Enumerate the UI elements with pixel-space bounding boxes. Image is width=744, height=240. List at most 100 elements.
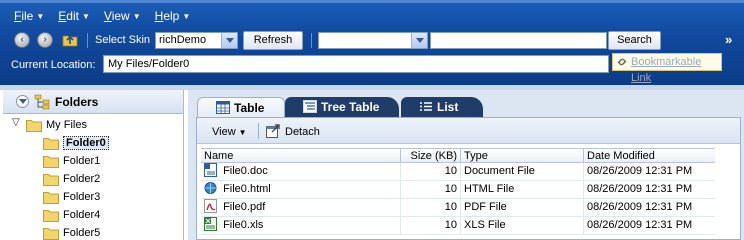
folder-icon — [43, 227, 59, 240]
detach-icon[interactable] — [266, 124, 280, 138]
tree-node-label: Folder0 — [63, 136, 109, 150]
tree-node-folder3[interactable]: Folder3 — [43, 188, 100, 206]
file-name: File0.html — [223, 183, 271, 195]
table-row[interactable]: File0.xls 10 XLS File 08/26/2009 12:31 P… — [201, 217, 715, 235]
tree-node-label: Folder4 — [63, 209, 101, 221]
chevron-down-icon: ▼ — [36, 11, 45, 21]
word-doc-icon — [204, 163, 217, 178]
forward-icon[interactable]: › — [37, 32, 53, 48]
menu-view[interactable]: View ▼ — [104, 7, 141, 25]
tree-node-label: Folder3 — [63, 191, 101, 203]
column-header-name[interactable]: Name — [201, 149, 401, 163]
content-panel: Tree Table List Table View ▼ Detach Name… — [188, 90, 744, 240]
file-date: 08/26/2009 12:31 PM — [587, 183, 693, 195]
menu-help[interactable]: Help ▼ — [155, 7, 191, 25]
hierarchy-icon — [34, 94, 50, 110]
collapse-panel-icon[interactable] — [16, 95, 29, 108]
back-icon[interactable]: ‹ — [14, 32, 30, 48]
toolbar-separator — [311, 33, 312, 48]
tree-node-label: My Files — [46, 119, 87, 131]
app-header: File ▼ Edit ▼ View ▼ Help ▼ ‹ › Select Skin … — [0, 0, 744, 85]
folder-up-icon[interactable] — [62, 32, 78, 47]
chevron-down-icon: ▼ — [81, 11, 90, 21]
tab-list[interactable]: List — [401, 97, 483, 117]
list-icon — [420, 102, 432, 111]
table-row[interactable]: File0.doc 10 Document File 08/26/2009 12… — [201, 163, 715, 181]
menu-file[interactable]: File ▼ — [14, 7, 44, 25]
main-toolbar: ‹ › Select Skin richDemo Refresh Search … — [0, 30, 744, 51]
column-header-type[interactable]: Type — [461, 149, 584, 163]
tree-node-folder0[interactable]: Folder0 — [43, 134, 109, 152]
file-size: 10 — [401, 199, 461, 217]
toolbar-overflow-icon[interactable]: » — [725, 32, 732, 47]
folder-icon — [26, 119, 42, 132]
file-date: 08/26/2009 12:31 PM — [587, 201, 693, 213]
search-scope-select[interactable] — [318, 32, 428, 49]
dropdown-arrow-icon[interactable] — [221, 33, 237, 48]
column-header-size[interactable]: Size (KB) — [401, 149, 461, 163]
html-file-icon — [204, 182, 217, 195]
tab-tree-table[interactable]: Tree Table — [285, 97, 399, 117]
skin-select[interactable]: richDemo — [155, 32, 238, 49]
view-tabs: Tree Table List Table — [188, 95, 744, 117]
content-toolbar: View ▼ Detach — [197, 118, 740, 144]
table-icon — [216, 101, 230, 114]
current-location-field[interactable]: My Files/Folder0 — [103, 55, 609, 73]
file-type: XLS File — [461, 217, 584, 235]
file-name: File0.doc — [223, 165, 268, 177]
file-name: File0.pdf — [223, 201, 266, 213]
file-size: 10 — [401, 181, 461, 199]
file-size: 10 — [401, 217, 461, 235]
bookmarkable-link[interactable]: Bookmarkable Link — [612, 53, 722, 84]
file-type: PDF File — [461, 199, 584, 217]
pdf-file-icon — [204, 199, 217, 214]
excel-file-icon — [204, 217, 217, 232]
file-name: File0.xls — [223, 219, 264, 231]
refresh-button[interactable]: Refresh — [243, 31, 303, 50]
tree-node-label: Folder5 — [63, 227, 101, 239]
menu-bar: File ▼ Edit ▼ View ▼ Help ▼ — [0, 7, 190, 25]
table-view: View ▼ Detach Name Size (KB) Type Date Mo… — [196, 117, 741, 240]
folder-icon — [43, 209, 59, 222]
toolbar-separator — [87, 33, 88, 48]
file-type: Document File — [461, 163, 584, 181]
chevron-down-icon: ▼ — [132, 11, 141, 21]
tree-node-folder2[interactable]: Folder2 — [43, 170, 100, 188]
current-location-label: Current Location: — [11, 59, 96, 71]
select-skin-label: Select Skin — [95, 34, 151, 46]
folders-title: Folders — [55, 95, 99, 109]
file-date: 08/26/2009 12:31 PM — [587, 219, 693, 231]
dropdown-arrow-icon[interactable] — [411, 33, 427, 48]
view-menu-button[interactable]: View ▼ — [212, 126, 247, 138]
folders-panel: Folders ▽ My Files Folder0 Folder1 Folde… — [3, 90, 184, 240]
file-date: 08/26/2009 12:31 PM — [587, 165, 693, 177]
column-header-date-modified[interactable]: Date Modified — [584, 149, 715, 163]
tree-table-icon — [303, 100, 317, 113]
table-row[interactable]: File0.pdf 10 PDF File 08/26/2009 12:31 P… — [201, 199, 715, 217]
tree-node-label: Folder1 — [63, 155, 101, 167]
detach-button-label[interactable]: Detach — [285, 126, 320, 138]
chevron-down-icon: ▼ — [182, 11, 191, 21]
toolbar-separator — [258, 123, 259, 139]
table-header: Name Size (KB) Type Date Modified — [201, 148, 715, 163]
search-input[interactable] — [430, 32, 607, 49]
folder-icon — [43, 155, 59, 168]
folder-icon — [43, 191, 59, 204]
menu-edit[interactable]: Edit ▼ — [58, 7, 90, 25]
file-size: 10 — [401, 163, 461, 181]
folders-panel-header: Folders — [3, 90, 183, 114]
tree-node-folder4[interactable]: Folder4 — [43, 206, 100, 224]
tree-node-folder5[interactable]: Folder5 — [43, 224, 100, 240]
search-button[interactable]: Search — [608, 31, 661, 50]
tree-node-folder1[interactable]: Folder1 — [43, 152, 100, 170]
folder-icon — [43, 173, 59, 186]
link-icon — [617, 58, 627, 66]
expand-toggle-icon[interactable]: ▽ — [12, 117, 20, 128]
folder-icon — [43, 137, 59, 150]
tab-table[interactable]: Table — [197, 97, 285, 117]
file-type: HTML File — [461, 181, 584, 199]
chevron-down-icon: ▼ — [238, 128, 247, 137]
tree-node-my-files[interactable]: ▽ My Files — [3, 116, 87, 134]
table-row[interactable]: File0.html 10 HTML File 08/26/2009 12:31… — [201, 181, 715, 199]
tree-node-label: Folder2 — [63, 173, 101, 185]
